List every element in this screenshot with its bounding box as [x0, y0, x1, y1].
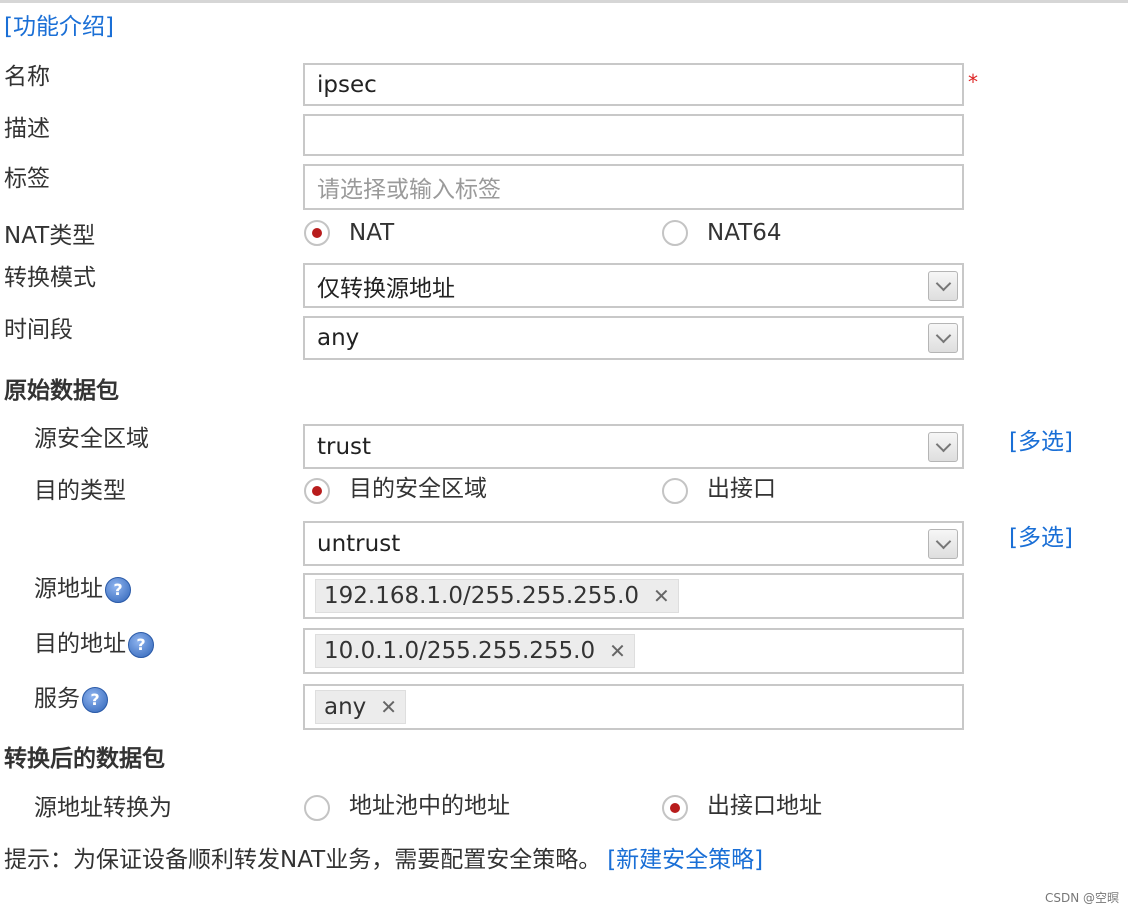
- dst-type-radio-zone[interactable]: [304, 478, 330, 504]
- dst-addr-input[interactable]: 10.0.1.0/255.255.255.0 ✕: [303, 628, 964, 674]
- description-label: 描述: [4, 116, 50, 142]
- name-input-value: ipsec: [317, 71, 377, 98]
- dst-type-label: 目的类型: [34, 478, 126, 504]
- nat-type-radio-nat[interactable]: [304, 220, 330, 246]
- original-packet-section-title: 原始数据包: [4, 378, 119, 404]
- name-label: 名称: [4, 64, 50, 90]
- tag-input-placeholder: 请选择或输入标签: [317, 177, 501, 203]
- convert-mode-label: 转换模式: [4, 265, 96, 291]
- radio-selected-dot: [312, 228, 322, 238]
- time-range-label: 时间段: [4, 317, 73, 343]
- src-addr-label-wrap: 源地址?: [34, 574, 131, 604]
- feature-intro-link[interactable]: [功能介绍]: [4, 12, 114, 42]
- description-input[interactable]: [303, 114, 964, 156]
- dst-type-option-interface[interactable]: 出接口: [707, 474, 776, 504]
- close-icon[interactable]: ✕: [609, 639, 626, 663]
- dst-addr-label: 目的地址: [34, 631, 126, 657]
- help-question-icon[interactable]: ?: [128, 631, 154, 658]
- chevron-down-icon[interactable]: [928, 270, 958, 301]
- chevron-down-icon[interactable]: [928, 323, 958, 353]
- translated-packet-section-title: 转换后的数据包: [4, 746, 165, 772]
- dst-zone-multi-select-link[interactable]: [多选]: [1009, 523, 1073, 553]
- hint-text: 提示：为保证设备顺利转发NAT业务，需要配置安全策略。: [4, 847, 602, 873]
- close-icon[interactable]: ✕: [380, 695, 397, 719]
- src-translate-radio-pool[interactable]: [304, 795, 330, 821]
- dst-type-option-zone[interactable]: 目的安全区域: [349, 474, 487, 504]
- close-icon[interactable]: ✕: [653, 584, 670, 608]
- service-tag-text: any: [324, 694, 367, 720]
- new-security-policy-link[interactable]: [新建安全策略]: [607, 847, 763, 873]
- help-question-icon[interactable]: ?: [82, 686, 108, 713]
- convert-mode-select[interactable]: 仅转换源地址: [303, 263, 964, 308]
- nat-type-label: NAT类型: [4, 223, 96, 249]
- help-question-icon[interactable]: ?: [105, 576, 131, 603]
- dst-zone-value: untrust: [317, 530, 401, 557]
- dst-addr-tag: 10.0.1.0/255.255.255.0 ✕: [315, 634, 635, 668]
- required-mark: *: [968, 70, 978, 94]
- time-range-select[interactable]: any: [303, 316, 964, 360]
- service-tag: any ✕: [315, 690, 407, 724]
- src-zone-label: 源安全区域: [34, 426, 149, 452]
- hint-line: 提示：为保证设备顺利转发NAT业务，需要配置安全策略。 [新建安全策略]: [4, 845, 763, 875]
- name-input[interactable]: ipsec: [303, 63, 964, 106]
- nat-type-option-nat64[interactable]: NAT64: [707, 218, 781, 248]
- watermark: CSDN @空暝: [1045, 891, 1120, 905]
- src-addr-tag: 192.168.1.0/255.255.255.0 ✕: [315, 579, 679, 613]
- src-translate-label: 源地址转换为: [34, 795, 172, 821]
- src-zone-select[interactable]: trust: [303, 424, 964, 469]
- dst-addr-label-wrap: 目的地址?: [34, 629, 154, 659]
- src-addr-label: 源地址: [34, 576, 103, 602]
- nat-type-radio-nat64[interactable]: [662, 220, 688, 246]
- tag-label: 标签: [4, 166, 50, 192]
- time-range-value: any: [317, 325, 360, 351]
- chevron-down-icon[interactable]: [928, 431, 958, 462]
- src-zone-value: trust: [317, 433, 372, 460]
- dst-addr-tag-text: 10.0.1.0/255.255.255.0: [324, 638, 596, 664]
- nat-type-option-nat[interactable]: NAT: [349, 218, 394, 248]
- dst-zone-select[interactable]: untrust: [303, 521, 964, 566]
- src-translate-option-interface[interactable]: 出接口地址: [707, 791, 822, 821]
- top-border: [0, 0, 1128, 3]
- chevron-down-icon[interactable]: [928, 528, 958, 559]
- service-label: 服务: [34, 686, 80, 712]
- src-translate-option-pool[interactable]: 地址池中的地址: [349, 791, 510, 821]
- convert-mode-value: 仅转换源地址: [317, 275, 455, 302]
- src-addr-tag-text: 192.168.1.0/255.255.255.0: [324, 583, 640, 609]
- service-input[interactable]: any ✕: [303, 684, 964, 730]
- radio-selected-dot: [312, 486, 322, 496]
- dst-type-radio-interface[interactable]: [662, 478, 688, 504]
- src-translate-radio-interface[interactable]: [662, 795, 688, 821]
- src-zone-multi-select-link[interactable]: [多选]: [1009, 427, 1073, 457]
- src-addr-input[interactable]: 192.168.1.0/255.255.255.0 ✕: [303, 573, 964, 619]
- radio-selected-dot: [670, 803, 680, 813]
- service-label-wrap: 服务?: [34, 684, 108, 714]
- tag-input[interactable]: 请选择或输入标签: [303, 164, 964, 210]
